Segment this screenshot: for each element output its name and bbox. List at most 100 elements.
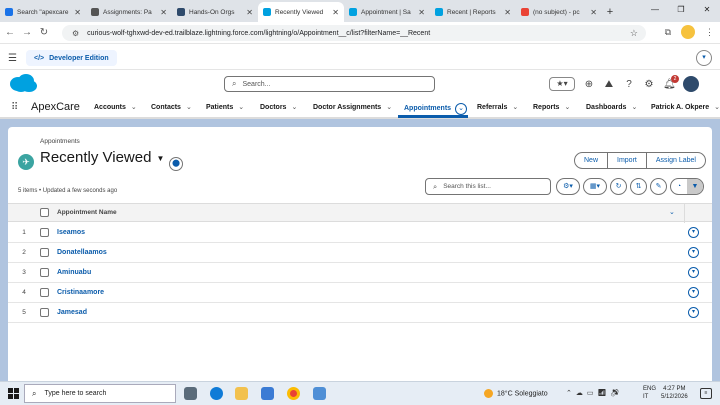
record-link[interactable]: Aminuabu	[57, 269, 91, 276]
browser-tab-active[interactable]: Recently Viewed ✕	[258, 2, 344, 22]
edge-browser-icon[interactable]	[210, 387, 223, 400]
chevron-down-icon[interactable]: ⌄	[131, 104, 137, 111]
close-icon[interactable]: ✕	[246, 8, 253, 17]
chevron-down-icon[interactable]: ⌄	[714, 104, 720, 111]
import-button[interactable]: Import	[608, 153, 647, 168]
nav-item-doctors[interactable]: Doctors ⌄	[260, 103, 297, 111]
reload-icon[interactable]: ↻	[37, 27, 51, 38]
app-icon[interactable]	[313, 387, 326, 400]
nav-item-reports[interactable]: Reports ⌄	[533, 103, 570, 111]
browser-tab[interactable]: Search "apexcare ✕	[0, 2, 86, 22]
notification-center-icon[interactable]: ≡	[700, 388, 712, 399]
help-icon[interactable]: ?	[623, 79, 635, 90]
user-avatar[interactable]	[683, 76, 699, 92]
nav-item-patients[interactable]: Patients ⌄	[206, 103, 244, 111]
browser-tab[interactable]: Hands-On Orgs ✕	[172, 2, 258, 22]
nav-item-dashboards[interactable]: Dashboards ⌄	[586, 103, 637, 111]
chevron-down-icon[interactable]: ⌄	[512, 104, 518, 111]
favorites-star-icon[interactable]: ★▾	[549, 77, 575, 91]
weather-widget[interactable]: 18°C Soleggiato	[484, 389, 548, 398]
notifications-bell-icon[interactable]: 🔔︎ 2	[663, 74, 679, 90]
trailhead-guidance-icon[interactable]: ⛰	[603, 79, 615, 90]
caret-down-icon[interactable]: ▼	[156, 154, 164, 163]
row-actions-chevron-icon[interactable]: ▾	[688, 227, 699, 238]
developer-edition-badge[interactable]: </> Developer Edition	[26, 50, 117, 66]
task-view-icon[interactable]	[184, 387, 197, 400]
nav-item-accounts[interactable]: Accounts ⌄	[94, 103, 137, 111]
record-link[interactable]: Iseamos	[57, 229, 85, 236]
extensions-icon[interactable]: ⧉	[665, 27, 671, 38]
minimize-icon[interactable]: —	[642, 0, 668, 20]
row-checkbox[interactable]	[40, 248, 49, 257]
add-plus-icon[interactable]: ⊕	[583, 79, 595, 90]
browser-tab[interactable]: Assignments: Pa ✕	[86, 2, 172, 22]
app-launcher-icon[interactable]: ⠿	[11, 102, 18, 113]
record-link[interactable]: Donatellaamos	[57, 249, 107, 256]
close-icon[interactable]: ✕	[590, 8, 597, 17]
language-indicator[interactable]: ENG IT	[643, 385, 656, 401]
record-link[interactable]: Cristinaamore	[57, 289, 104, 296]
system-clock[interactable]: 4:27 PM 5/12/2026	[661, 385, 688, 401]
chevron-down-icon[interactable]: ⌄	[386, 104, 392, 111]
forward-icon[interactable]: →	[20, 27, 34, 38]
menu-kebab-icon[interactable]: ⋮	[705, 27, 714, 38]
sort-icon[interactable]: ⇅	[630, 178, 647, 195]
chevron-down-icon[interactable]: ⌄	[669, 208, 675, 216]
close-icon[interactable]: ✕	[160, 8, 167, 17]
list-search-input[interactable]: ⌕ Search this list...	[425, 178, 551, 195]
chevron-down-icon[interactable]: ⌄	[238, 104, 244, 111]
list-settings-gear-icon[interactable]: ⚙▾	[556, 178, 580, 195]
setup-gear-icon[interactable]: ⚙	[643, 79, 655, 90]
chevron-down-icon[interactable]: ⌄	[455, 103, 468, 115]
close-icon[interactable]: ✕	[418, 8, 425, 17]
bookmark-star-icon[interactable]: ☆	[630, 28, 638, 39]
global-search-input[interactable]: ⌕ Search...	[224, 76, 435, 92]
chart-icon[interactable]: ◔	[671, 179, 687, 194]
row-actions-chevron-icon[interactable]: ▾	[688, 267, 699, 278]
nav-item-referrals[interactable]: Referrals ⌄	[477, 103, 518, 111]
row-checkbox[interactable]	[40, 268, 49, 277]
nav-item-contacts[interactable]: Contacts ⌄	[151, 103, 192, 111]
chevron-down-icon[interactable]: ⌄	[564, 104, 570, 111]
hamburger-menu-icon[interactable]: ☰	[8, 53, 17, 64]
nav-item-doctor-assignments[interactable]: Doctor Assignments ⌄	[313, 103, 392, 111]
profile-avatar-icon[interactable]	[681, 25, 695, 39]
chevron-down-icon[interactable]: ⌄	[291, 104, 297, 111]
system-tray-icons[interactable]: ⌃☁▭📶︎🔊︎	[566, 389, 623, 397]
chevron-down-icon[interactable]: ⌄	[186, 104, 192, 111]
display-as-table-icon[interactable]: ▦▾	[583, 178, 607, 195]
edit-pencil-icon[interactable]: ✎	[650, 178, 667, 195]
close-icon[interactable]: ✕	[504, 8, 511, 17]
chevron-down-icon[interactable]: ⌄	[631, 104, 637, 111]
url-field[interactable]: ⚙ curious-wolf-tghxwd-dev-ed.trailblaze.…	[62, 25, 646, 41]
browser-tab[interactable]: Appointment | Sa ✕	[344, 2, 430, 22]
assign-label-button[interactable]: Assign Label	[647, 153, 705, 168]
chevron-down-icon[interactable]: ▾	[696, 50, 712, 66]
restore-icon[interactable]: ❐	[668, 0, 694, 20]
new-tab-button[interactable]: +	[602, 2, 618, 22]
select-all-checkbox[interactable]	[40, 208, 49, 217]
row-checkbox[interactable]	[40, 228, 49, 237]
browser-tab[interactable]: (no subject) - pc ✕	[516, 2, 602, 22]
nav-item-record-tab[interactable]: Patrick A. Okpere ⌄	[651, 103, 720, 111]
store-icon[interactable]	[261, 387, 274, 400]
windows-start-icon[interactable]	[8, 388, 19, 399]
row-checkbox[interactable]	[40, 288, 49, 297]
back-icon[interactable]: ←	[3, 27, 17, 38]
pin-icon[interactable]: ⬤	[169, 157, 183, 171]
close-window-icon[interactable]: ✕	[694, 0, 720, 20]
refresh-icon[interactable]: ↻	[610, 178, 627, 195]
row-actions-chevron-icon[interactable]: ▾	[688, 307, 699, 318]
list-view-title[interactable]: Recently Viewed ▼	[40, 149, 164, 166]
row-checkbox[interactable]	[40, 308, 49, 317]
row-actions-chevron-icon[interactable]: ▾	[688, 287, 699, 298]
chrome-icon[interactable]	[287, 387, 300, 400]
column-header-appointment-name[interactable]: Appointment Name	[57, 209, 117, 216]
site-info-icon[interactable]: ⚙	[72, 29, 79, 38]
file-explorer-icon[interactable]	[235, 387, 248, 400]
new-button[interactable]: New	[575, 153, 609, 168]
close-icon[interactable]: ✕	[74, 8, 81, 17]
taskbar-search-input[interactable]: ⌕ Type here to search	[24, 384, 176, 403]
browser-tab[interactable]: Recent | Reports ✕	[430, 2, 516, 22]
filter-icon[interactable]: ▼	[687, 179, 703, 194]
